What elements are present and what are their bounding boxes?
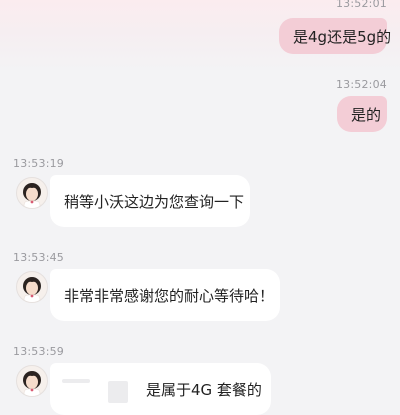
message-bubble-outgoing[interactable]: 是4g还是5g的 — [279, 18, 391, 54]
message-text: 是4g还是5g的 — [293, 27, 392, 46]
message-timestamp: 13:53:45 — [13, 251, 65, 264]
message-bubble-incoming[interactable]: 是属于4G 套餐的 — [50, 363, 271, 415]
message-timestamp: 13:53:19 — [13, 157, 65, 170]
message-timestamp: 13:52:04 — [335, 78, 387, 91]
redacted-area — [62, 379, 90, 383]
message-text: 稍等小沃这边为您查询一下 — [64, 192, 245, 211]
message-text: 是属于4G 套餐的 — [146, 380, 262, 399]
message-bubble-incoming[interactable]: 非常非常感谢您的耐心等待哈！ — [50, 269, 280, 321]
message-bubble-incoming[interactable]: 稍等小沃这边为您查询一下 — [50, 175, 250, 227]
message-timestamp: 13:52:01 — [335, 0, 387, 10]
message-text: 非常非常感谢您的耐心等待哈！ — [64, 286, 275, 305]
message-text: 是的 — [351, 105, 382, 124]
agent-avatar-icon[interactable] — [16, 271, 48, 303]
message-timestamp: 13:53:59 — [13, 345, 65, 358]
message-bubble-outgoing[interactable]: 是的 — [337, 96, 387, 132]
agent-avatar-icon[interactable] — [16, 365, 48, 397]
agent-avatar-icon-graphic — [23, 371, 41, 396]
agent-avatar-icon[interactable] — [16, 177, 48, 209]
agent-avatar-icon-graphic — [23, 183, 41, 208]
agent-avatar-icon-graphic — [23, 277, 41, 302]
